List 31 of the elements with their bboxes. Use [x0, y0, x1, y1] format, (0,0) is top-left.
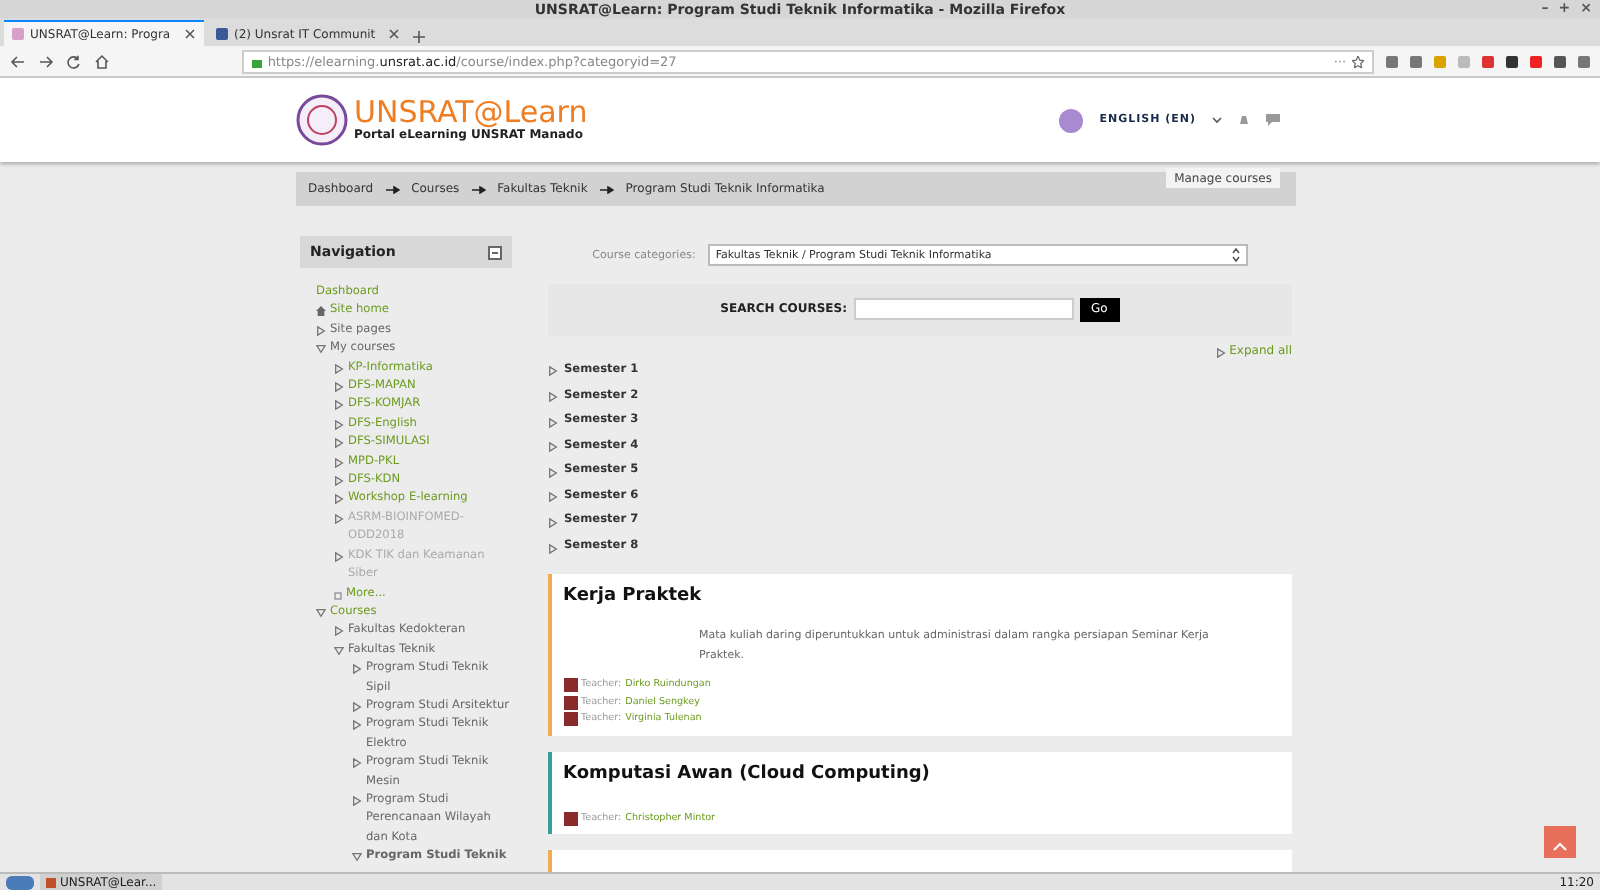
course-title[interactable]: Kerja Praktek — [563, 586, 1278, 607]
arrow-right-icon — [471, 185, 486, 193]
university-logo-icon — [296, 94, 348, 146]
close-icon[interactable] — [184, 28, 196, 40]
close-icon[interactable] — [388, 28, 400, 40]
reload-icon[interactable] — [65, 53, 82, 69]
star-icon[interactable] — [1352, 55, 1365, 67]
site-logo-title: UNSRAT@Learn — [354, 98, 588, 128]
site-icon — [12, 28, 24, 40]
message-icon[interactable] — [1266, 114, 1280, 126]
square-icon — [334, 591, 342, 599]
search-field[interactable] — [853, 298, 1073, 321]
new-tab-icon[interactable] — [412, 29, 426, 43]
app-icon — [46, 877, 56, 887]
chevron-down-icon[interactable] — [1212, 116, 1222, 124]
forward-icon[interactable] — [37, 53, 54, 69]
home-icon[interactable] — [93, 53, 110, 69]
caret-right-icon — [1215, 347, 1226, 358]
select-arrows-icon — [1231, 248, 1240, 263]
chevron-up-icon — [1552, 839, 1568, 851]
back-icon[interactable] — [10, 53, 26, 69]
avatar-placeholder — [563, 811, 577, 826]
arrow-right-icon — [385, 185, 400, 193]
scroll-top-button[interactable] — [1544, 826, 1576, 858]
start-icon[interactable] — [6, 875, 34, 889]
site-icon — [216, 28, 228, 40]
collapse-icon[interactable] — [488, 245, 502, 259]
emblem-icon — [1057, 107, 1084, 133]
course-title[interactable]: Komputasi Awan (Cloud Computing) — [563, 763, 1278, 784]
arrow-right-icon — [599, 185, 614, 193]
home-icon — [316, 306, 326, 317]
